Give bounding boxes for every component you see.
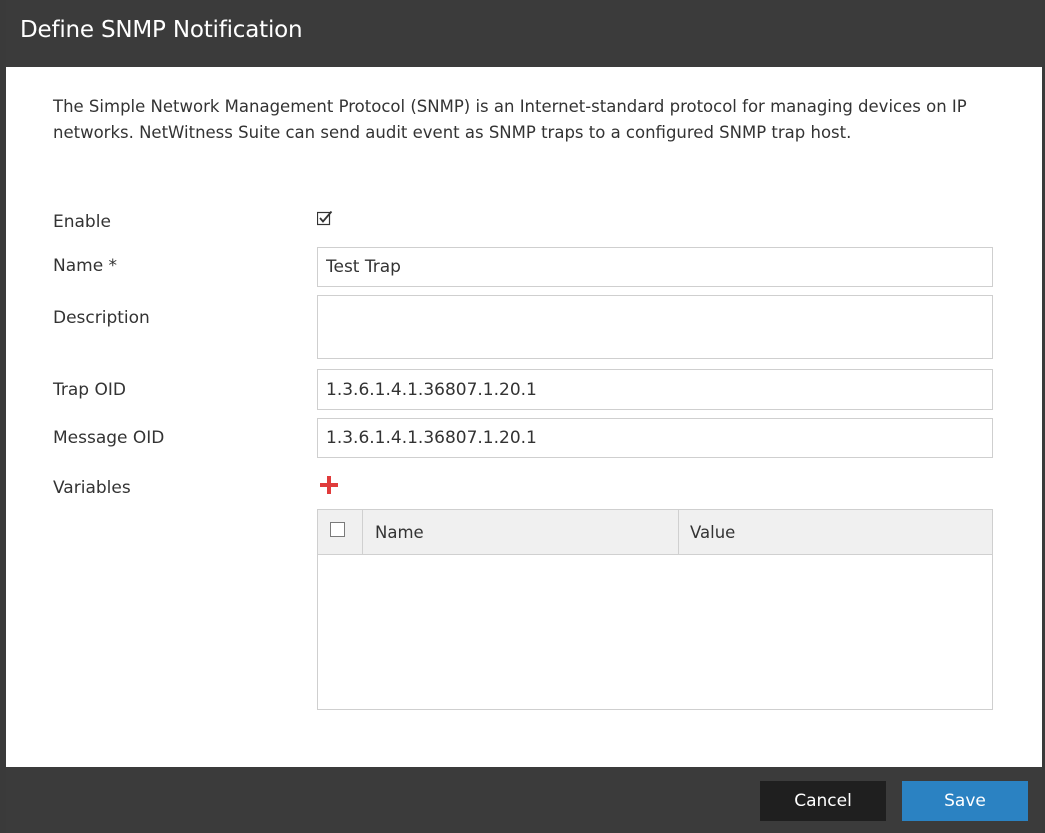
cancel-button[interactable]: Cancel	[760, 781, 886, 821]
select-all-checkbox[interactable]	[330, 522, 345, 537]
snmp-notification-dialog: Define SNMP Notification The Simple Netw…	[0, 0, 1045, 833]
enable-checkbox[interactable]	[316, 210, 333, 226]
variables-label: Variables	[53, 478, 131, 498]
message-oid-input[interactable]	[317, 418, 993, 458]
column-header-value[interactable]: Value	[690, 523, 735, 542]
description-label: Description	[53, 308, 150, 328]
column-header-name[interactable]: Name	[375, 523, 424, 542]
column-divider	[678, 510, 679, 554]
intro-text: The Simple Network Management Protocol (…	[53, 97, 967, 142]
add-variable-button[interactable]	[320, 476, 338, 494]
enable-label: Enable	[53, 212, 111, 232]
variables-table: Name Value	[317, 509, 993, 710]
name-label: Name *	[53, 256, 118, 276]
dialog-title: Define SNMP Notification	[20, 17, 303, 43]
save-button[interactable]: Save	[902, 781, 1028, 821]
variables-table-header: Name Value	[318, 510, 992, 555]
description-input[interactable]	[317, 295, 993, 359]
checkbox-checked-icon	[316, 210, 333, 226]
column-divider	[362, 510, 363, 554]
name-input[interactable]	[317, 247, 993, 287]
dialog-footer: Cancel Save	[6, 767, 1042, 833]
trap-oid-input[interactable]	[317, 369, 993, 410]
trap-oid-label: Trap OID	[53, 380, 126, 400]
dialog-titlebar: Define SNMP Notification	[6, 0, 1042, 67]
plus-icon	[320, 476, 338, 494]
message-oid-label: Message OID	[53, 428, 165, 448]
